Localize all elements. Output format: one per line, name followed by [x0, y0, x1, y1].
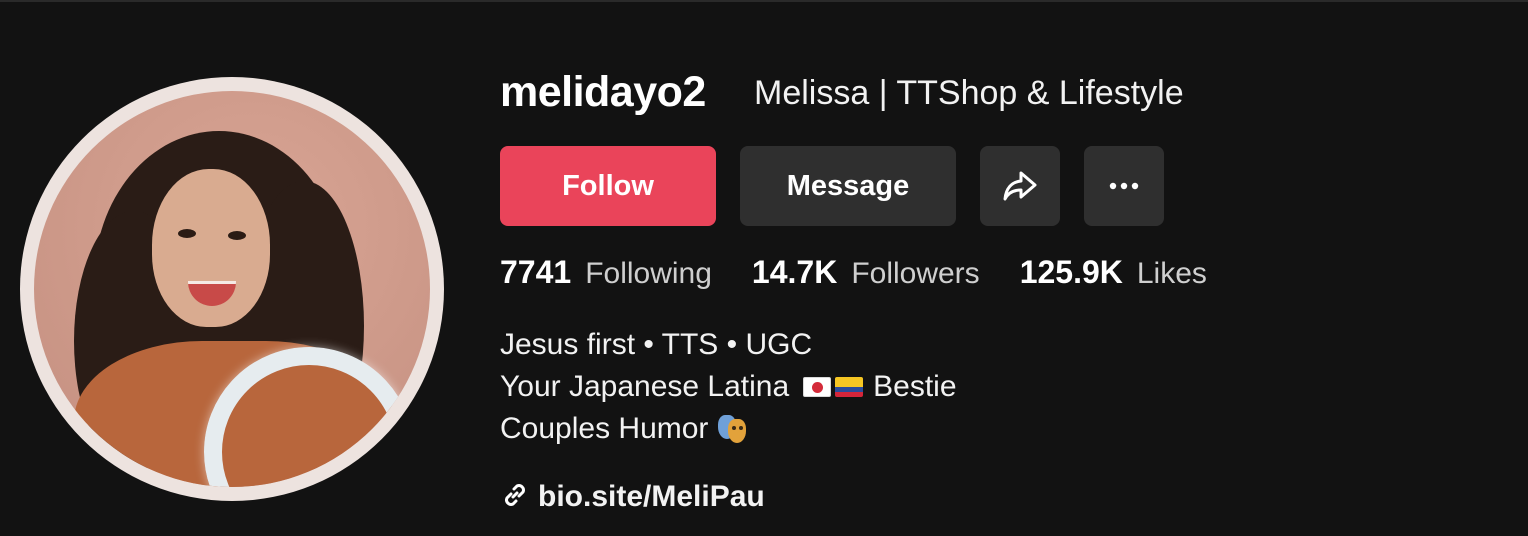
more-options-button[interactable] [1084, 146, 1164, 226]
avatar-photo [34, 91, 430, 487]
follow-button-label: Follow [562, 169, 654, 202]
bio-line-1: Jesus first • TTS • UGC [500, 328, 813, 361]
bio-line-3: Couples Humor [500, 408, 957, 450]
stat-followers[interactable]: 14.7K Followers [752, 254, 980, 291]
bio-link-text: bio.site/MeliPau [538, 480, 765, 513]
bio-line-2: Your Japanese Latina Bestie [500, 366, 957, 408]
followers-label: Followers [851, 257, 980, 290]
link-icon [500, 480, 530, 515]
flag-colombia-icon [835, 377, 864, 397]
performing-arts-masks-icon [716, 413, 748, 445]
likes-count: 125.9K [1019, 254, 1123, 290]
share-button[interactable] [980, 146, 1060, 226]
username: melidayo2 [500, 68, 706, 116]
stat-following[interactable]: 7741 Following [500, 254, 712, 291]
bio-link[interactable]: bio.site/MeliPau [500, 476, 765, 518]
stat-likes: 125.9K Likes [1020, 254, 1207, 291]
profile-stats: 7741 Following 14.7K Followers 125.9K Li… [500, 254, 1247, 298]
message-button-label: Message [786, 169, 910, 202]
avatar[interactable] [20, 77, 444, 501]
display-name: Melissa | TTShop & Lifestyle [754, 74, 1184, 112]
following-label: Following [585, 257, 712, 290]
likes-label: Likes [1136, 257, 1207, 290]
followers-count: 14.7K [751, 254, 838, 290]
follow-button[interactable]: Follow [500, 146, 716, 226]
top-divider [0, 0, 1528, 2]
bio-line-3-text: Couples Humor [500, 412, 709, 445]
bio-line-2-suffix: Bestie [873, 370, 957, 403]
flag-japan-icon [803, 377, 832, 397]
share-arrow-icon [1002, 170, 1038, 202]
bio: Jesus first • TTS • UGC Your Japanese La… [500, 324, 957, 450]
bio-line-2-text: Your Japanese Latina [500, 370, 790, 403]
message-button[interactable]: Message [740, 146, 956, 226]
following-count: 7741 [500, 254, 572, 290]
more-dots-icon [1108, 182, 1140, 190]
